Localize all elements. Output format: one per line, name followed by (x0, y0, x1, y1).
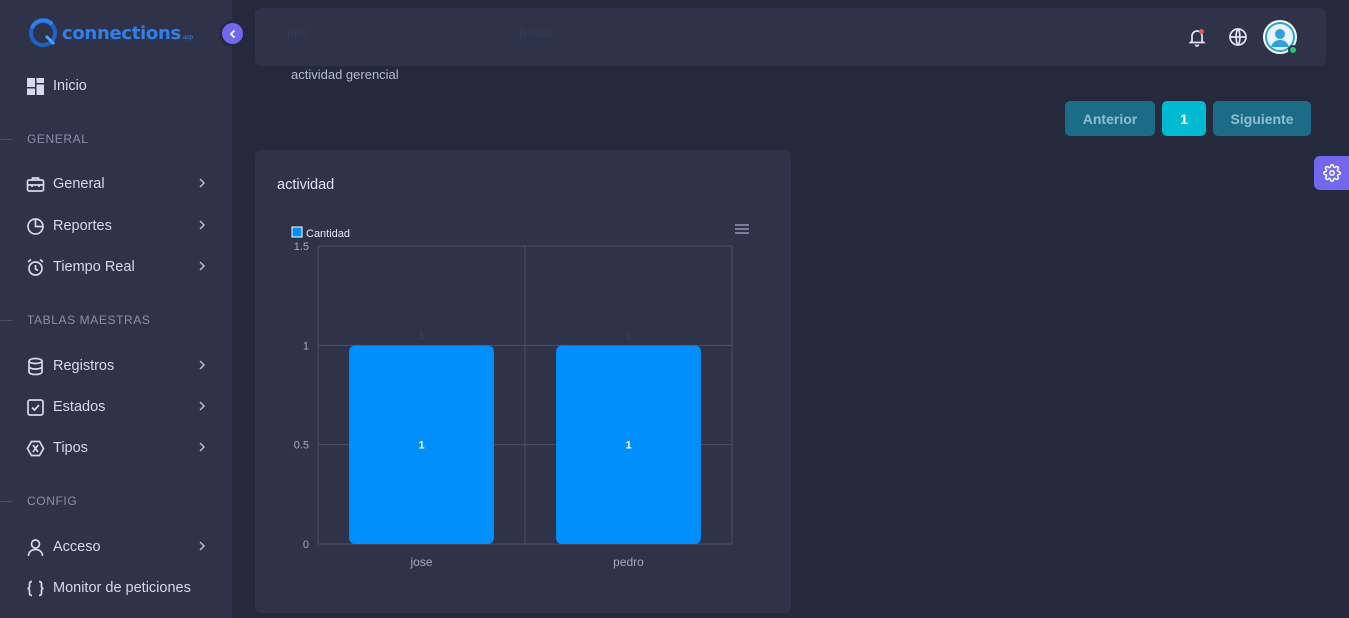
logo-text: connections (62, 22, 181, 44)
sidebar-item-label: General (53, 176, 105, 192)
bar-total-label: 1 (625, 330, 631, 342)
section-config: CONFIG (0, 494, 232, 508)
braces-icon (26, 579, 45, 598)
sidebar-item-inicio[interactable]: Inicio (26, 74, 206, 98)
sidebar-item-estados[interactable]: Estados (26, 395, 206, 419)
sidebar-item-label: Tiempo Real (53, 259, 135, 275)
collapse-sidebar-button[interactable] (222, 23, 243, 44)
faded-search-text[interactable]: Busca (519, 26, 552, 40)
chevron-right-icon (198, 177, 206, 193)
pagination-previous-button[interactable]: Anterior (1065, 101, 1155, 136)
checkbox-icon (26, 398, 45, 417)
chevron-right-icon (198, 400, 206, 416)
alarm-clock-icon (26, 258, 45, 277)
pagination-next-button[interactable]: Siguiente (1213, 101, 1311, 136)
legend-label: Cantidad (306, 228, 350, 240)
gear-icon (1322, 164, 1341, 182)
sidebar-item-registros[interactable]: Registros (26, 354, 206, 378)
sidebar-item-label: Monitor de peticiones (53, 580, 191, 596)
bar-data-label: 1 (418, 440, 424, 452)
chevron-right-icon (198, 359, 206, 375)
sidebar-item-label: Estados (53, 399, 106, 415)
bar-data-label: 1 (625, 440, 631, 452)
section-title: GENERAL (27, 132, 89, 146)
chevron-right-icon (198, 540, 206, 556)
app-logo[interactable]: connections app (26, 16, 193, 50)
chart-card: actividad Cantidad 0 0.5 1 1.5 1 1 jose 1 1 pedro (255, 150, 791, 613)
y-tick-label: 0.5 (294, 440, 309, 452)
y-tick-label: 1.5 (294, 241, 309, 253)
sidebar-item-label: Inicio (53, 78, 87, 94)
globe-icon[interactable] (1228, 27, 1248, 47)
sidebar-item-monitor-peticiones[interactable]: Monitor de peticiones (26, 576, 206, 600)
section-tablas-maestras: TABLAS MAESTRAS (0, 313, 232, 327)
customizer-settings-button[interactable] (1314, 156, 1349, 190)
x-tick-label: jose (409, 555, 432, 569)
sidebar-item-general[interactable]: General (26, 172, 206, 196)
section-general: GENERAL (0, 132, 232, 146)
sidebar-item-tipos[interactable]: Tipos (26, 436, 206, 460)
bar-chart: Cantidad 0 0.5 1 1.5 1 1 jose 1 1 pedro (291, 224, 749, 569)
y-tick-label: 0 (303, 539, 309, 551)
sidebar-item-label: Acceso (53, 539, 101, 555)
database-icon (26, 357, 45, 376)
hexagon-icon (26, 439, 45, 458)
briefcase-icon (26, 175, 45, 194)
sidebar-item-acceso[interactable]: Acceso (26, 535, 206, 559)
sidebar-item-reportes[interactable]: Reportes (26, 214, 206, 238)
dashboard-icon (26, 77, 45, 96)
section-title: TABLAS MAESTRAS (27, 313, 151, 327)
bell-icon[interactable] (1187, 27, 1207, 47)
pie-chart-icon (26, 217, 45, 236)
faded-nav-text: Inici (287, 26, 309, 40)
x-tick-label: pedro (613, 555, 644, 569)
pagination-page-button[interactable]: 1 (1162, 101, 1206, 136)
avatar[interactable] (1263, 20, 1298, 55)
chevron-right-icon (198, 260, 206, 276)
top-navbar: Inici Busca (255, 8, 1326, 66)
logo-icon (29, 18, 57, 47)
sidebar-item-tiempo-real[interactable]: Tiempo Real (26, 255, 206, 279)
sidebar-item-label: Reportes (53, 218, 112, 234)
section-title: CONFIG (27, 494, 78, 508)
logo-subtext: app (182, 35, 193, 41)
online-status-dot (1288, 45, 1298, 55)
user-icon (26, 538, 45, 557)
chevron-left-icon (229, 29, 235, 38)
sidebar-item-label: Tipos (53, 440, 88, 456)
sidebar: connections app Inicio GENERAL General R… (0, 0, 232, 618)
y-tick-label: 1 (303, 340, 309, 352)
chevron-right-icon (198, 219, 206, 235)
chart-menu-icon[interactable] (735, 224, 749, 234)
chevron-right-icon (198, 441, 206, 457)
sidebar-item-label: Registros (53, 358, 115, 374)
breadcrumb: actividad gerencial (291, 67, 399, 82)
bar-total-label: 1 (418, 330, 424, 342)
legend-marker (291, 226, 303, 238)
